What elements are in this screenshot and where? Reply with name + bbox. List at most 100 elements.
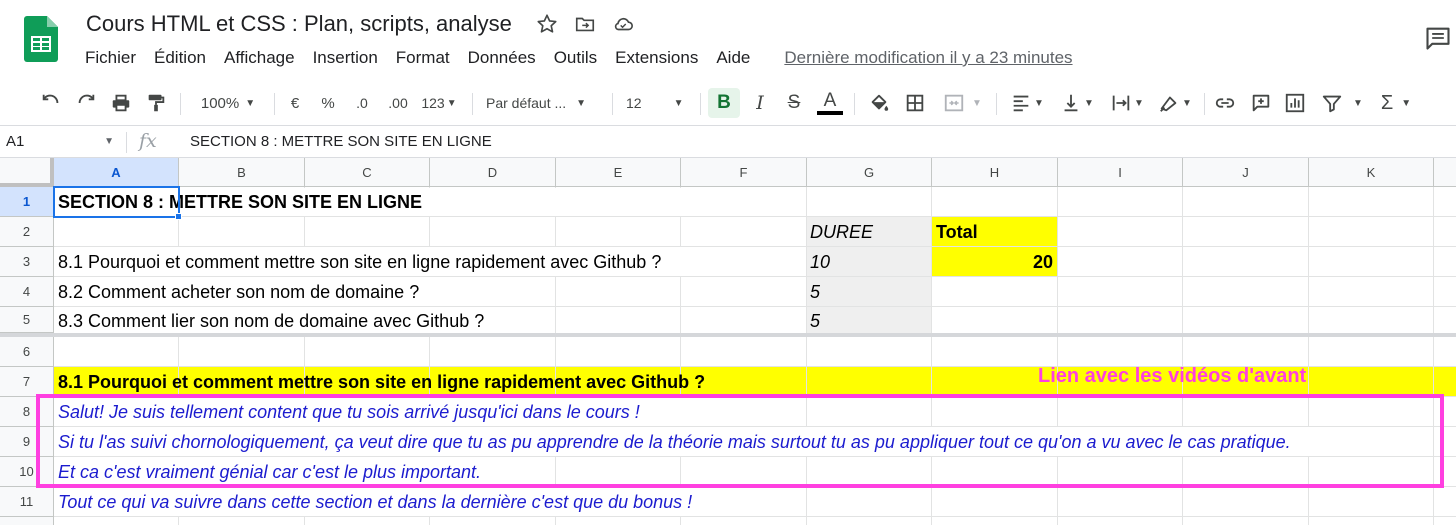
text-rotate-icon[interactable]: ▼ xyxy=(1154,90,1196,116)
cell-g5[interactable]: 5 xyxy=(810,306,820,336)
title-actions xyxy=(535,12,635,36)
row-header-3[interactable]: 3 xyxy=(0,247,54,277)
column-header-l[interactable] xyxy=(1434,158,1456,187)
font-family-value: Par défaut ... xyxy=(486,95,567,111)
cell-h3[interactable]: 20 xyxy=(936,247,1053,277)
cell-g2[interactable]: DUREE xyxy=(810,217,873,247)
column-header-i[interactable]: I xyxy=(1058,158,1183,187)
font-size-select[interactable]: 12 ▼ xyxy=(626,90,692,116)
undo-icon[interactable] xyxy=(38,90,64,116)
borders-icon[interactable] xyxy=(902,90,928,116)
sum-icon[interactable]: Σ ▼ xyxy=(1374,90,1418,116)
strikethrough-button[interactable]: S xyxy=(782,90,806,116)
row-header-12[interactable] xyxy=(0,517,54,525)
star-icon[interactable] xyxy=(535,12,559,36)
row-header-4[interactable]: 4 xyxy=(0,277,54,307)
menu-format[interactable]: Format xyxy=(387,46,459,70)
formula-input[interactable]: SECTION 8 : METTRE SON SITE EN LIGNE xyxy=(190,133,492,150)
cell-a11[interactable]: Tout ce qui va suivre dans cette section… xyxy=(58,487,692,517)
toolbar-separator xyxy=(700,93,701,115)
row-header-7[interactable]: 7 xyxy=(0,367,54,397)
menu-extensions[interactable]: Extensions xyxy=(606,46,707,70)
cell-a3[interactable]: 8.1 Pourquoi et comment mettre son site … xyxy=(58,247,661,277)
row-header-11[interactable]: 11 xyxy=(0,487,54,517)
menu-bar: Fichier Édition Affichage Insertion Form… xyxy=(76,46,1082,70)
percent-button[interactable]: % xyxy=(317,90,339,116)
move-to-folder-icon[interactable] xyxy=(573,12,597,36)
number-format-select[interactable]: 123 ▼ xyxy=(418,90,460,116)
chart-icon[interactable] xyxy=(1282,90,1308,116)
chevron-down-icon: ▼ xyxy=(1182,97,1192,109)
cloud-status-icon[interactable] xyxy=(611,12,635,36)
document-title[interactable]: Cours HTML et CSS : Plan, scripts, analy… xyxy=(86,11,512,37)
cell-a5[interactable]: 8.3 Comment lier son nom de domaine avec… xyxy=(58,306,484,336)
chevron-down-icon: ▼ xyxy=(1401,97,1412,109)
font-size-value: 12 xyxy=(626,95,642,111)
text-wrap-icon[interactable]: ▼ xyxy=(1106,90,1148,116)
cell-h2[interactable]: Total xyxy=(936,217,978,247)
menu-insertion[interactable]: Insertion xyxy=(304,46,387,70)
cell-a7[interactable]: 8.1 Pourquoi et comment mettre son site … xyxy=(58,367,705,397)
row-header-5[interactable]: 5 xyxy=(0,307,54,333)
spreadsheet-grid[interactable]: A B C D E F G H I J K 1 2 3 4 5 6 7 8 9 … xyxy=(0,158,1456,525)
column-header-a[interactable]: A xyxy=(54,158,179,187)
row-header-6[interactable]: 6 xyxy=(0,337,54,367)
filter-icon[interactable]: ▼ xyxy=(1318,90,1366,116)
chevron-down-icon: ▼ xyxy=(576,97,587,109)
column-header-b[interactable]: B xyxy=(179,158,305,187)
italic-button[interactable]: I xyxy=(748,90,772,116)
chevron-down-icon: ▼ xyxy=(1034,97,1044,109)
active-cell-selection xyxy=(53,186,180,218)
menu-affichage[interactable]: Affichage xyxy=(215,46,304,70)
sheets-logo-icon[interactable] xyxy=(24,16,58,62)
align-left-icon[interactable]: ▼ xyxy=(1006,90,1048,116)
toolbar-separator xyxy=(274,93,275,115)
currency-button[interactable]: € xyxy=(284,90,306,116)
row-header-1[interactable]: 1 xyxy=(0,187,54,217)
fill-color-icon[interactable] xyxy=(866,90,892,116)
zoom-value: 100% xyxy=(200,94,240,112)
zoom-select[interactable]: 100% ▼ xyxy=(190,90,266,116)
menu-outils[interactable]: Outils xyxy=(545,46,606,70)
name-box[interactable]: A1 ▼ xyxy=(6,133,118,153)
menu-aide[interactable]: Aide xyxy=(707,46,759,70)
column-header-h[interactable]: H xyxy=(932,158,1058,187)
text-color-button[interactable]: A xyxy=(816,90,844,116)
cell-a4[interactable]: 8.2 Comment acheter son nom de domaine ? xyxy=(58,277,419,307)
chevron-down-icon: ▼ xyxy=(446,97,457,109)
name-box-value: A1 xyxy=(6,133,25,150)
increase-decimals-button[interactable]: .00 xyxy=(383,90,413,116)
link-icon[interactable] xyxy=(1212,90,1238,116)
decrease-decimals-button[interactable]: .0 xyxy=(350,90,374,116)
fill-handle[interactable] xyxy=(175,213,182,220)
cell-g4[interactable]: 5 xyxy=(810,277,820,307)
cell-g3[interactable]: 10 xyxy=(810,247,830,277)
row-header-2[interactable]: 2 xyxy=(0,217,54,247)
menu-fichier[interactable]: Fichier xyxy=(76,46,145,70)
column-header-c[interactable]: C xyxy=(305,158,430,187)
insert-comment-icon[interactable] xyxy=(1248,90,1274,116)
last-modified-link[interactable]: Dernière modification il y a 23 minutes xyxy=(775,46,1081,70)
bold-button[interactable]: B xyxy=(708,88,740,118)
column-header-k[interactable]: K xyxy=(1309,158,1434,187)
chevron-down-icon: ▼ xyxy=(972,97,982,109)
number-format-value: 123 xyxy=(421,95,445,111)
sigma-glyph: Σ xyxy=(1380,91,1394,114)
menu-edition[interactable]: Édition xyxy=(145,46,215,70)
paint-format-icon[interactable] xyxy=(143,90,169,116)
column-header-d[interactable]: D xyxy=(430,158,556,187)
column-header-j[interactable]: J xyxy=(1183,158,1309,187)
column-header-f[interactable]: F xyxy=(681,158,807,187)
column-header-g[interactable]: G xyxy=(807,158,932,187)
valign-bottom-icon[interactable]: ▼ xyxy=(1056,90,1098,116)
print-icon[interactable] xyxy=(108,90,134,116)
select-all-corner[interactable] xyxy=(0,158,54,187)
font-family-select[interactable]: Par défaut ... ▼ xyxy=(486,90,600,116)
toolbar: 100% ▼ € % .0 .00 123 ▼ Par défaut ... ▼ 12… xyxy=(0,80,1456,126)
merge-icon[interactable]: ▼ xyxy=(938,90,986,116)
chevron-down-icon: ▼ xyxy=(245,97,256,109)
column-header-e[interactable]: E xyxy=(556,158,681,187)
menu-donnees[interactable]: Données xyxy=(459,46,545,70)
redo-icon[interactable] xyxy=(73,90,99,116)
comment-history-icon[interactable] xyxy=(1424,24,1452,52)
